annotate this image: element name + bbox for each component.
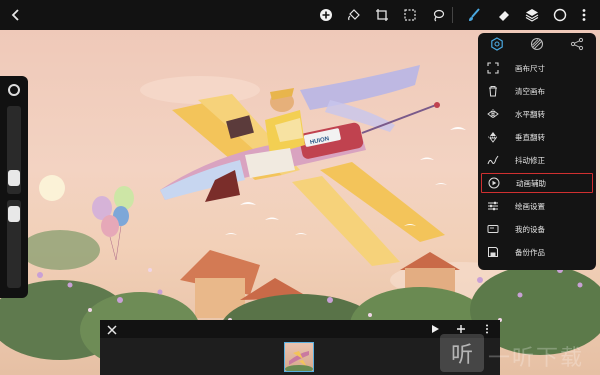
settings-hex-icon bbox=[491, 37, 503, 51]
menu-item-flip-horizontal[interactable]: 水平翻转 bbox=[481, 104, 593, 124]
menu-tabs bbox=[478, 33, 596, 55]
more-button[interactable] bbox=[574, 5, 594, 25]
stabilizer-icon bbox=[487, 155, 499, 165]
add-button[interactable] bbox=[316, 5, 336, 25]
add-icon bbox=[320, 9, 332, 21]
crop-button[interactable] bbox=[372, 5, 392, 25]
brush-icon bbox=[469, 8, 480, 21]
crop-icon bbox=[376, 9, 388, 21]
flip-vertical-icon bbox=[488, 132, 498, 143]
brush-size-handle[interactable] bbox=[8, 170, 20, 186]
menu-item-canvas-size[interactable]: 画布尺寸 bbox=[481, 58, 593, 78]
menu-item-label: 垂直翻转 bbox=[515, 132, 545, 142]
flip-horizontal-icon bbox=[487, 109, 499, 119]
frame-preview bbox=[285, 351, 313, 371]
add-icon bbox=[457, 325, 465, 333]
close-animation-button[interactable] bbox=[105, 323, 119, 337]
settings-menu: 画布尺寸 清空画布 水平翻转 垂直翻转 抖动修正 动画辅助 绘画设置 我的设备 … bbox=[478, 33, 596, 270]
menu-item-label: 动画辅助 bbox=[516, 178, 546, 188]
menu-item-label: 备份作品 bbox=[515, 247, 545, 257]
toolbar-divider bbox=[452, 7, 453, 23]
frame-thumbnail[interactable] bbox=[284, 342, 314, 372]
fill-bucket-icon bbox=[348, 9, 360, 21]
sliders-icon bbox=[488, 201, 498, 211]
menu-item-flip-vertical[interactable]: 垂直翻转 bbox=[481, 127, 593, 147]
play-circle-icon bbox=[488, 177, 500, 189]
fill-bucket-button[interactable] bbox=[344, 5, 364, 25]
menu-item-label: 绘画设置 bbox=[515, 201, 545, 211]
menu-item-label: 清空画布 bbox=[515, 86, 545, 96]
menu-item-stabilizer[interactable]: 抖动修正 bbox=[481, 150, 593, 170]
play-icon bbox=[432, 325, 439, 333]
top-toolbar bbox=[0, 0, 600, 30]
brush-opacity-handle[interactable] bbox=[8, 206, 20, 222]
menu-item-clear-canvas[interactable]: 清空画布 bbox=[481, 81, 593, 101]
save-icon bbox=[488, 247, 498, 257]
brush-texture-icon bbox=[530, 37, 544, 51]
eraser-button[interactable] bbox=[494, 5, 514, 25]
eraser-icon bbox=[499, 11, 509, 21]
menu-item-label: 抖动修正 bbox=[515, 155, 545, 165]
menu-item-backup-work[interactable]: 备份作品 bbox=[481, 242, 593, 262]
chevron-left-icon bbox=[11, 9, 19, 21]
lasso-icon bbox=[433, 9, 445, 22]
brush-preview-icon bbox=[8, 84, 20, 96]
color-circle-icon bbox=[553, 8, 567, 22]
close-icon bbox=[107, 325, 117, 335]
tab-settings[interactable] bbox=[489, 36, 505, 52]
layers-button[interactable] bbox=[522, 5, 542, 25]
watermark-text: 一听下载 bbox=[488, 346, 585, 371]
share-icon bbox=[570, 37, 584, 51]
menu-item-my-device[interactable]: 我的设备 bbox=[481, 219, 593, 239]
menu-item-drawing-settings[interactable]: 绘画设置 bbox=[481, 196, 593, 216]
more-vertical-icon bbox=[582, 9, 586, 21]
more-vertical-icon bbox=[486, 324, 488, 334]
trash-icon bbox=[489, 86, 497, 97]
selection-button[interactable] bbox=[400, 5, 420, 25]
tab-share[interactable] bbox=[569, 36, 585, 52]
selection-icon bbox=[404, 9, 416, 21]
brush-slider-panel bbox=[0, 76, 28, 298]
menu-item-label: 水平翻转 bbox=[515, 109, 545, 119]
tab-brush-texture[interactable] bbox=[529, 36, 545, 52]
back-button[interactable] bbox=[6, 5, 26, 25]
color-button[interactable] bbox=[550, 5, 570, 25]
watermark-logo: 听 bbox=[440, 334, 484, 372]
device-icon bbox=[487, 225, 499, 233]
play-button[interactable] bbox=[428, 322, 442, 336]
lasso-button[interactable] bbox=[428, 5, 448, 25]
layers-icon bbox=[525, 9, 539, 22]
brush-button[interactable] bbox=[464, 5, 484, 25]
menu-item-label: 画布尺寸 bbox=[515, 63, 545, 73]
menu-item-animation-assist[interactable]: 动画辅助 bbox=[481, 173, 593, 193]
menu-item-label: 我的设备 bbox=[515, 224, 545, 234]
canvas-size-icon bbox=[487, 62, 499, 74]
